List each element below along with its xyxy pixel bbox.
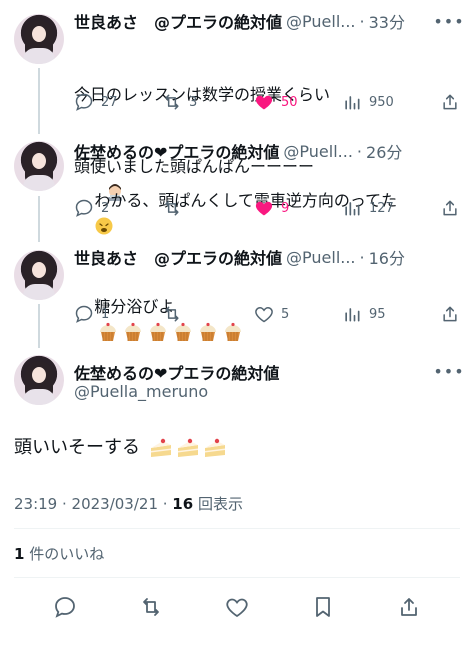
views-count: 127	[369, 200, 394, 216]
like-icon	[255, 95, 273, 110]
share-button[interactable]	[440, 304, 460, 324]
thread-line	[38, 304, 40, 348]
retweet-button[interactable]	[136, 592, 166, 622]
separator: ·	[359, 11, 365, 31]
handle[interactable]: @Puell...	[286, 248, 356, 267]
tweet-actions: 27 3 50 950	[74, 90, 460, 114]
share-icon	[443, 94, 457, 110]
timestamp[interactable]: 16分	[369, 246, 405, 268]
views-icon	[345, 202, 360, 216]
views-icon	[345, 96, 360, 110]
views-count: 950	[369, 94, 394, 110]
display-name[interactable]: 世良あさ @プエラの絶対値	[74, 10, 282, 32]
timestamp[interactable]: 33分	[369, 10, 405, 32]
more-icon[interactable]: •••	[433, 360, 463, 382]
reply-button[interactable]: 27	[74, 92, 162, 112]
share-icon	[443, 306, 457, 322]
share-button[interactable]	[394, 592, 424, 622]
shortcake-emoji	[150, 438, 171, 457]
like-button[interactable]	[222, 592, 252, 622]
views-button[interactable]: 127	[342, 198, 436, 218]
reply-icon	[55, 597, 75, 618]
like-button[interactable]: 5	[254, 304, 342, 324]
share-button[interactable]	[440, 198, 460, 218]
retweet-button[interactable]	[162, 198, 254, 218]
handle[interactable]: @Puell...	[283, 142, 353, 161]
avatar[interactable]	[14, 355, 64, 405]
views-icon	[345, 308, 360, 322]
views-button[interactable]: 950	[342, 92, 436, 112]
handle[interactable]: @Puella_meruno	[74, 382, 208, 401]
share-button[interactable]	[440, 92, 460, 112]
divider	[14, 577, 460, 578]
like-count: 50	[281, 94, 298, 110]
retweet-button[interactable]	[162, 304, 254, 324]
views-count: 95	[369, 306, 386, 322]
like-button[interactable]: 50	[254, 92, 342, 112]
main-tweet-text: 頭いいそーする	[14, 435, 227, 461]
tweet-header: 佐埜めるの❤プエラの絶対値 @Puell... · 26分	[74, 140, 434, 163]
likes-summary[interactable]: 1 件のいいね	[14, 543, 104, 564]
retweet-button[interactable]: 3	[162, 92, 254, 112]
tweet-timestamp[interactable]: 23:19 · 2023/03/21 ·	[14, 495, 172, 513]
handle[interactable]: @Puell...	[286, 12, 356, 31]
timestamp[interactable]: 26分	[366, 140, 402, 162]
tweet-meta: 23:19 · 2023/03/21 · 16 回表示	[14, 493, 243, 514]
bookmark-icon	[316, 597, 330, 617]
retweet-icon	[143, 598, 159, 616]
likes-label: 件のいいね	[24, 545, 105, 563]
reply-count: 27	[101, 94, 118, 110]
like-icon	[226, 598, 248, 618]
share-icon	[401, 598, 417, 616]
likes-count: 1	[14, 545, 25, 563]
tweet-header: 世良あさ @プエラの絶対値 @Puell... · 33分	[74, 10, 434, 33]
reply-count: 1	[101, 306, 110, 322]
bookmark-button[interactable]	[308, 592, 338, 622]
like-icon	[255, 306, 273, 323]
reply-button[interactable]: 1	[74, 304, 162, 324]
retweet-count: 3	[189, 94, 198, 110]
like-button[interactable]: 9	[254, 198, 342, 218]
main-tweet-text-content: 頭いいそーする	[14, 437, 140, 458]
tweet-actions: 1 5 95	[74, 302, 460, 326]
display-name[interactable]: 佐埜めるの❤プエラの絶対値	[74, 140, 279, 162]
avatar[interactable]	[14, 14, 64, 64]
retweet-icon	[165, 306, 179, 322]
tweet-action-bar	[0, 590, 474, 624]
separator: ·	[359, 247, 365, 267]
tweet-actions: 2 9 127	[74, 196, 460, 220]
reply-icon	[75, 305, 93, 323]
avatar[interactable]	[14, 141, 64, 191]
display-name[interactable]: 世良あさ @プエラの絶対値	[74, 246, 282, 268]
share-icon	[443, 200, 457, 216]
thread-line	[38, 196, 40, 242]
thread-line	[38, 68, 40, 134]
reply-icon	[75, 199, 93, 217]
retweet-icon	[165, 200, 179, 216]
shortcake-emoji	[204, 438, 225, 457]
tweet-header: 世良あさ @プエラの絶対値 @Puell... · 16分	[74, 246, 434, 269]
reply-icon	[75, 93, 93, 111]
reply-button[interactable]	[50, 592, 80, 622]
like-icon	[255, 201, 273, 216]
views-count: 16	[172, 495, 194, 513]
shortcake-emoji-row	[146, 437, 227, 458]
shortcake-emoji	[177, 438, 198, 457]
divider	[14, 528, 460, 529]
views-label: 回表示	[193, 495, 243, 513]
like-count: 9	[281, 200, 290, 216]
views-button[interactable]: 95	[342, 304, 436, 324]
more-icon[interactable]: •••	[433, 10, 463, 32]
like-count: 5	[281, 306, 290, 322]
reply-count: 2	[101, 200, 110, 216]
separator: ·	[356, 141, 363, 161]
avatar[interactable]	[14, 250, 64, 300]
reply-button[interactable]: 2	[74, 198, 162, 218]
display-name[interactable]: 佐埜めるの❤プエラの絶対値	[74, 360, 279, 384]
retweet-icon	[165, 94, 179, 110]
